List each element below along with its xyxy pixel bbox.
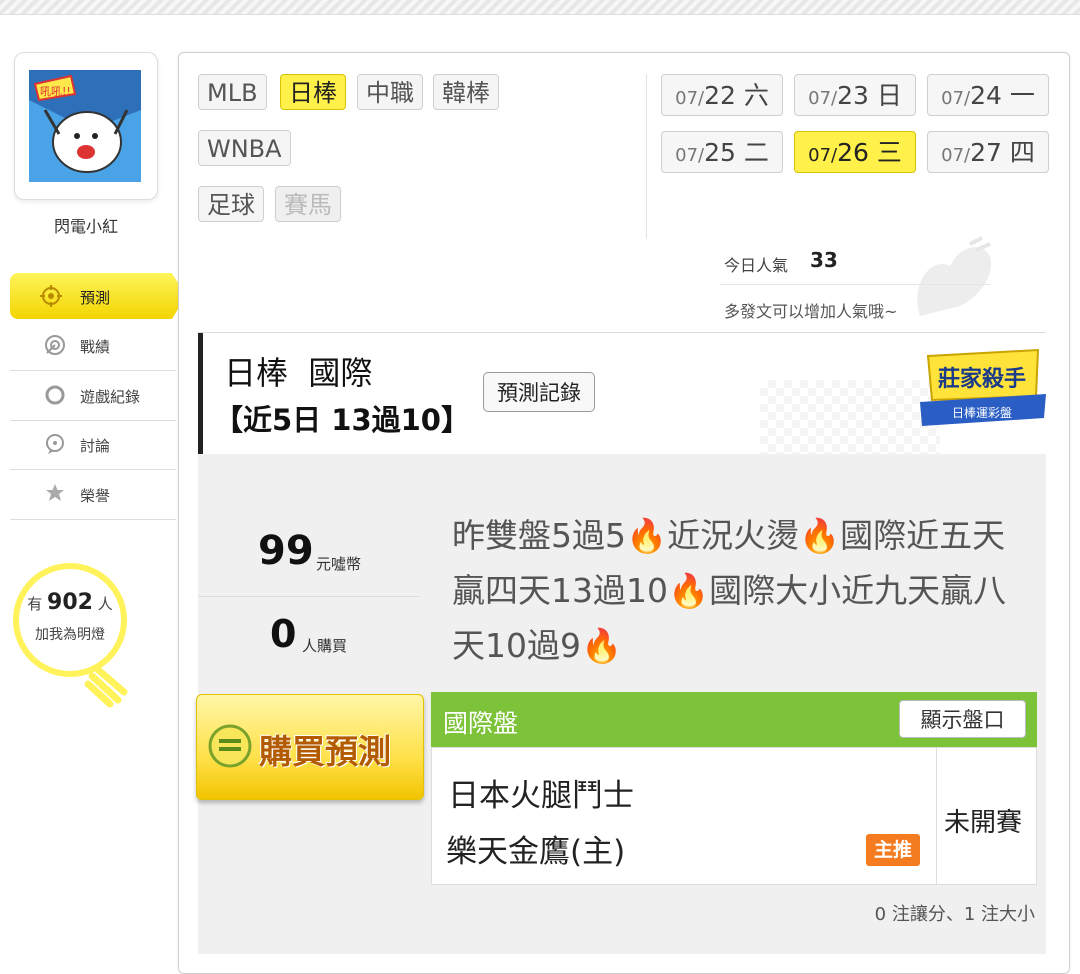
follower-count: 有 902 人 bbox=[27, 590, 113, 615]
sport-tab-soccer[interactable]: 足球 bbox=[198, 186, 264, 222]
menu-item-discussion[interactable]: 討論 bbox=[10, 420, 176, 470]
divider bbox=[720, 284, 990, 285]
divider bbox=[198, 596, 420, 597]
buyer-count: 0 bbox=[270, 612, 297, 656]
menu-label: 榮譽 bbox=[80, 487, 111, 505]
popularity-label: 今日人氣 bbox=[724, 256, 789, 275]
sport-tab-cpbl[interactable]: 中職 bbox=[357, 74, 423, 110]
sport-tab-horse-racing: 賽馬 bbox=[275, 186, 341, 222]
medal-icon bbox=[46, 484, 64, 501]
menu-label: 預測 bbox=[80, 289, 111, 307]
menu-label: 討論 bbox=[80, 437, 111, 455]
sport-tab-kbo[interactable]: 韓棒 bbox=[433, 74, 499, 110]
popularity-tip: 多發文可以增加人氣哦~ bbox=[724, 302, 898, 321]
prediction-record: 【近5日 13過10】 bbox=[214, 403, 470, 437]
date-tab-selected[interactable]: 07/26 三 bbox=[794, 131, 916, 173]
date-tab[interactable]: 07/25 二 bbox=[661, 131, 783, 173]
home-team: 樂天金鷹(主) bbox=[446, 834, 626, 870]
checker-decoration bbox=[760, 380, 940, 454]
price-unit: 元噓幣 bbox=[316, 555, 362, 573]
svg-text:莊家殺手: 莊家殺手 bbox=[938, 366, 1026, 392]
bookmaker-killer-badge: 莊家殺手 日棒運彩盤 bbox=[920, 348, 1046, 426]
game-status: 未開賽 bbox=[944, 808, 1023, 838]
svg-text:吼吼!!: 吼吼!! bbox=[40, 85, 71, 98]
menu-label: 戰績 bbox=[80, 338, 111, 356]
target-icon bbox=[40, 285, 62, 307]
dart-icon bbox=[45, 335, 65, 355]
divider bbox=[936, 748, 937, 884]
sport-tab-npb[interactable]: 日棒 bbox=[280, 74, 346, 110]
menu-item-record[interactable]: 戰績 bbox=[10, 321, 176, 371]
circle-icon bbox=[45, 385, 65, 405]
username: 閃電小紅 bbox=[53, 217, 118, 236]
popularity-value: 33 bbox=[810, 248, 838, 272]
buyer-unit: 人購買 bbox=[302, 637, 348, 655]
prediction-history-button[interactable]: 預測記錄 bbox=[483, 372, 595, 412]
menu-item-game-log[interactable]: 遊戲紀錄 bbox=[10, 371, 176, 421]
prediction-description: 昨雙盤5過5🔥近況火燙🔥國際近五天贏四天13過10🔥國際大小近九天贏八天10過9… bbox=[452, 516, 1007, 665]
avatar[interactable]: 吼吼!! bbox=[14, 52, 158, 200]
sport-tab-mlb[interactable]: MLB bbox=[198, 74, 267, 110]
date-tab[interactable]: 07/23 日 bbox=[794, 74, 916, 116]
avatar-image: 吼吼!! bbox=[29, 70, 141, 182]
bet-summary: 0 注讓分、1 注大小 bbox=[874, 904, 1035, 925]
away-team: 日本火腿鬥士 bbox=[448, 778, 634, 814]
show-odds-button[interactable]: 顯示盤口 bbox=[899, 700, 1026, 738]
date-tab[interactable]: 07/27 四 bbox=[927, 131, 1049, 173]
divider bbox=[646, 74, 647, 239]
date-tab[interactable]: 07/24 一 bbox=[927, 74, 1049, 116]
market-title: 國際盤 bbox=[443, 709, 519, 738]
svg-text:日棒運彩盤: 日棒運彩盤 bbox=[952, 406, 1012, 420]
follow-caption: 加我為明燈 bbox=[35, 627, 105, 643]
buy-prediction-button[interactable]: 購買預測 bbox=[196, 694, 424, 800]
main-pick-badge: 主推 bbox=[866, 834, 920, 866]
mascot-decoration bbox=[917, 236, 991, 316]
price-value: 99 bbox=[258, 528, 314, 574]
menu-item-honor[interactable]: 榮譽 bbox=[10, 470, 176, 520]
menu-label: 遊戲紀錄 bbox=[80, 388, 141, 406]
top-decor-strip bbox=[0, 0, 1080, 15]
buy-button-label: 購買預測 bbox=[259, 732, 391, 771]
chat-icon bbox=[46, 434, 64, 454]
coin-icon bbox=[208, 724, 252, 768]
date-tab[interactable]: 07/22 六 bbox=[661, 74, 783, 116]
header-accent-bar bbox=[198, 333, 203, 455]
prediction-title: 日棒 國際 bbox=[224, 354, 373, 392]
sport-tab-wnba[interactable]: WNBA bbox=[198, 130, 291, 166]
menu-item-prediction[interactable]: 預測 bbox=[10, 273, 186, 319]
